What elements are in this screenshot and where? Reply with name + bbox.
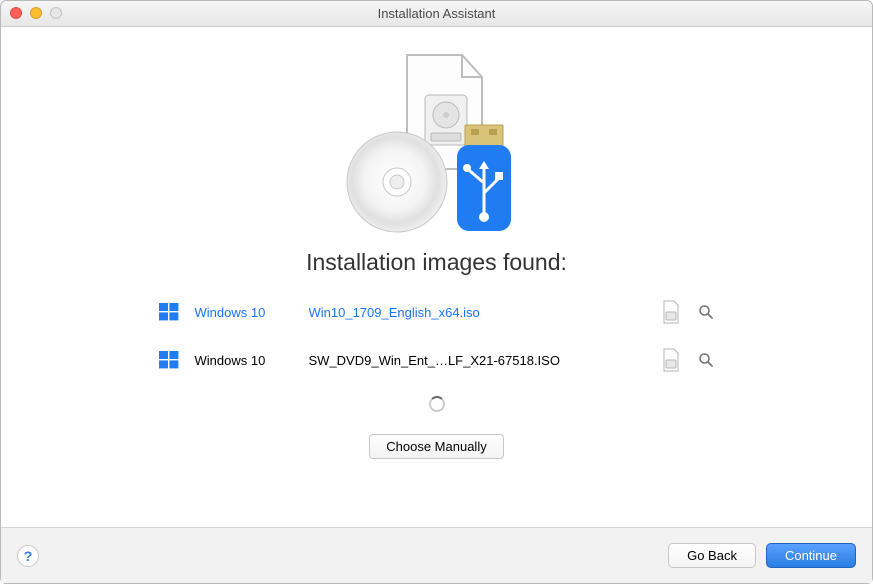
disk-image-icon (661, 300, 681, 324)
continue-button[interactable]: Continue (766, 543, 856, 568)
installation-assistant-window: Installation Assistant (0, 0, 873, 584)
installation-image-row[interactable]: Windows 10 Win10_1709_English_x64.iso (157, 300, 717, 324)
choose-manually-button[interactable]: Choose Manually (369, 434, 503, 459)
footer: ? Go Back Continue (1, 527, 872, 583)
file-name: SW_DVD9_Win_Ent_…LF_X21-67518.ISO (309, 353, 647, 368)
windows-logo-icon (157, 300, 181, 324)
os-name: Windows 10 (195, 353, 295, 368)
heading: Installation images found: (306, 249, 567, 276)
help-button[interactable]: ? (17, 545, 39, 567)
go-back-button[interactable]: Go Back (668, 543, 756, 568)
os-name: Windows 10 (195, 305, 295, 320)
reveal-in-finder-button[interactable] (695, 349, 717, 371)
main-content: Installation images found: Windows 10 Wi… (1, 27, 872, 527)
hero-illustration (337, 47, 537, 237)
installation-image-row[interactable]: Windows 10 SW_DVD9_Win_Ent_…LF_X21-67518… (157, 348, 717, 372)
minimize-window-button[interactable] (30, 7, 42, 19)
windows-logo-icon (157, 348, 181, 372)
reveal-in-finder-button[interactable] (695, 301, 717, 323)
file-name: Win10_1709_English_x64.iso (309, 305, 647, 320)
window-title: Installation Assistant (378, 6, 496, 21)
window-controls (10, 7, 62, 19)
zoom-window-button[interactable] (50, 7, 62, 19)
installation-images-list: Windows 10 Win10_1709_English_x64.iso (157, 300, 717, 372)
titlebar: Installation Assistant (1, 1, 872, 27)
disk-image-icon (661, 348, 681, 372)
close-window-button[interactable] (10, 7, 22, 19)
loading-spinner (429, 396, 445, 412)
